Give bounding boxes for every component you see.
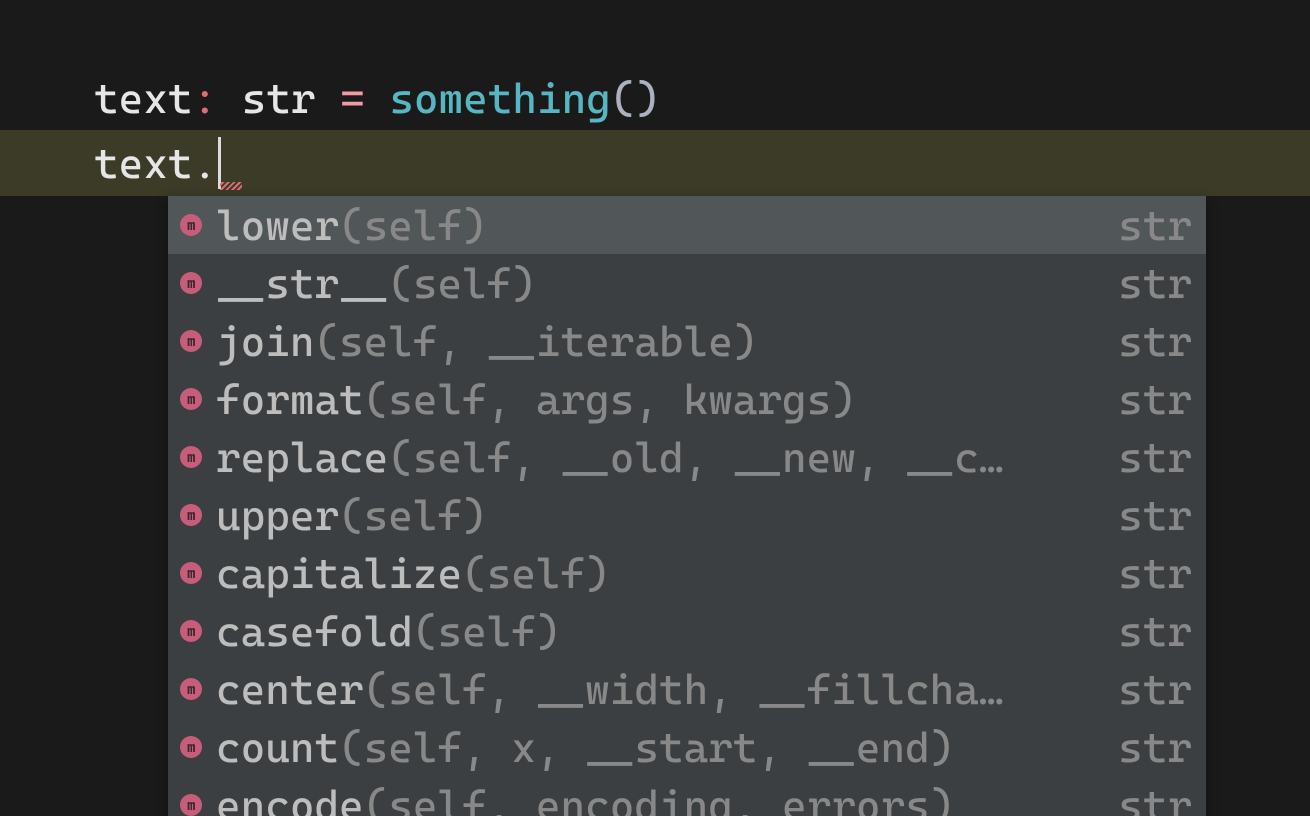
token-paren-open: ( [611, 67, 636, 130]
method-name: casefold [216, 607, 413, 656]
autocomplete-signature: casefold(self) [216, 602, 1094, 660]
autocomplete-item[interactable]: m capitalize(self) str [168, 544, 1206, 602]
method-name: encode [216, 781, 364, 816]
return-type: str [1118, 544, 1192, 602]
return-type: str [1118, 254, 1192, 312]
autocomplete-item[interactable]: m replace(self, __old, __new, __c… str [168, 428, 1206, 486]
method-params: (self) [462, 549, 610, 598]
return-type: str [1118, 196, 1192, 254]
method-icon: m [180, 562, 202, 584]
autocomplete-signature: encode(self, encoding, errors) [216, 776, 1094, 816]
return-type: str [1118, 718, 1192, 776]
return-type: str [1118, 602, 1192, 660]
method-name: replace [216, 433, 388, 482]
token-dot: . [192, 132, 217, 195]
autocomplete-signature: format(self, args, kwargs) [216, 370, 1094, 428]
method-icon: m [180, 678, 202, 700]
method-params: (self, __old, __new, __c… [388, 433, 1003, 482]
method-name: __str__ [216, 259, 388, 308]
method-params: (self, encoding, errors) [364, 781, 955, 816]
return-type: str [1118, 312, 1192, 370]
token-operator: = [340, 67, 365, 130]
error-squiggle [220, 182, 242, 190]
autocomplete-item[interactable]: mlower(self)str [168, 196, 1206, 254]
token-space [365, 67, 390, 130]
code-line-2-active[interactable]: text . [0, 130, 1310, 196]
autocomplete-item[interactable]: mencode(self, encoding, errors)str [168, 776, 1206, 816]
token-paren-close: ) [635, 67, 660, 130]
autocomplete-item[interactable]: mjoin(self, __iterable)str [168, 312, 1206, 370]
autocomplete-signature: count(self, x, __start, __end) [216, 718, 1094, 776]
method-name: count [216, 723, 339, 772]
return-type: str [1118, 428, 1192, 486]
method-params: (self) [339, 201, 487, 250]
autocomplete-item[interactable]: mcenter(self, __width, __fillcha…str [168, 660, 1206, 718]
return-type: str [1118, 370, 1192, 428]
method-name: center [216, 665, 364, 714]
autocomplete-signature: center(self, __width, __fillcha… [216, 660, 1094, 718]
method-icon: m [180, 620, 202, 642]
method-icon: m [180, 388, 202, 410]
code-editor[interactable]: text : str = something ( ) text . mlower… [0, 0, 1310, 816]
autocomplete-item[interactable]: m __str__(self) str [168, 254, 1206, 312]
token-variable: text [94, 132, 192, 195]
return-type: str [1118, 776, 1192, 816]
method-icon: m [180, 330, 202, 352]
method-name: join [216, 317, 314, 366]
token-space [217, 67, 242, 130]
method-icon: m [180, 736, 202, 758]
token-colon: : [192, 67, 217, 130]
autocomplete-signature: __str__(self) [216, 254, 1094, 312]
method-params: (self, __width, __fillcha… [364, 665, 1004, 714]
autocomplete-item[interactable]: mcount(self, x, __start, __end)str [168, 718, 1206, 776]
token-function: something [389, 67, 610, 130]
return-type: str [1118, 660, 1192, 718]
method-params: (self) [388, 259, 536, 308]
method-icon: m [180, 446, 202, 468]
method-name: format [216, 375, 364, 424]
method-name: capitalize [216, 549, 462, 598]
autocomplete-item[interactable]: mformat(self, args, kwargs)str [168, 370, 1206, 428]
autocomplete-item[interactable]: m casefold(self) str [168, 602, 1206, 660]
method-params: (self, x, __start, __end) [339, 723, 954, 772]
autocomplete-popup[interactable]: mlower(self)strm__str__(self)strmjoin(se… [168, 196, 1206, 816]
method-icon: m [180, 272, 202, 294]
autocomplete-signature: capitalize(self) [216, 544, 1094, 602]
method-name: lower [216, 201, 339, 250]
token-variable: text [94, 67, 192, 130]
token-type: str [242, 67, 316, 130]
method-params: (self, __iterable) [314, 317, 757, 366]
return-type: str [1118, 486, 1192, 544]
autocomplete-signature: replace(self, __old, __new, __c… [216, 428, 1094, 486]
method-params: (self) [339, 491, 487, 540]
autocomplete-signature: lower(self) [216, 196, 1094, 254]
autocomplete-signature: upper(self) [216, 486, 1094, 544]
autocomplete-item[interactable]: mupper(self)str [168, 486, 1206, 544]
code-line-1[interactable]: text : str = something ( ) [0, 0, 1310, 130]
token-space [315, 67, 340, 130]
autocomplete-signature: join(self, __iterable) [216, 312, 1094, 370]
method-name: upper [216, 491, 339, 540]
method-icon: m [180, 794, 202, 816]
method-icon: m [180, 504, 202, 526]
method-params: (self) [413, 607, 561, 656]
method-icon: m [180, 214, 202, 236]
method-params: (self, args, kwargs) [364, 375, 856, 424]
